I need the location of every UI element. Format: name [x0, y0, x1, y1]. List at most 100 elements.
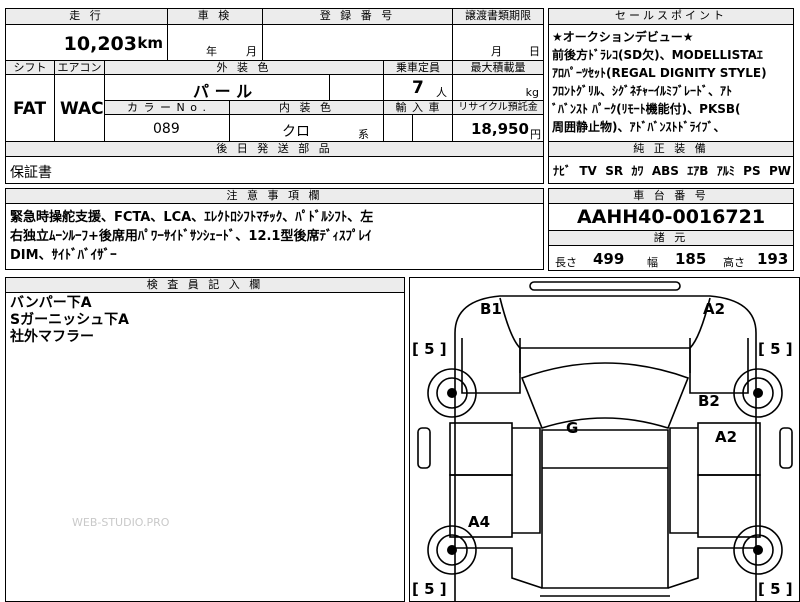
interior-suffix: 系 — [358, 128, 369, 141]
import-cell-a — [383, 114, 413, 142]
recycle-header: リサイクル預託金 — [452, 100, 544, 115]
damage-mark-b1: B1 — [480, 300, 502, 318]
left-front-fender — [461, 338, 521, 394]
notes-line: 右独立ﾑｰﾝﾙｰﾌ+後席用ﾊﾟﾜｰｻｲﾄﾞｻﾝｼｪｰﾄﾞ、12.1型後席ﾃﾞｨｽ… — [10, 229, 372, 244]
dims-cell: 長さ 499 幅 185 高さ 193 — [548, 245, 794, 271]
height-label: 高さ — [723, 256, 745, 269]
right-mirror-area — [779, 427, 793, 469]
color-no-value: 089 — [153, 121, 180, 137]
sales-line: ﾌﾛﾝﾄｸﾞﾘﾙ、ｼｸﾞﾈﾁｬｰｲﾙﾐﾌﾞﾚｰﾄﾞ、ｱﾄ — [552, 84, 733, 98]
import-cell-b — [412, 114, 453, 142]
hood-shape — [499, 297, 711, 349]
equipment-header: 純 正 装 備 — [548, 141, 794, 157]
interior-header: 内 装 色 — [229, 100, 384, 115]
capacity-header: 乗車定員 — [383, 60, 453, 75]
inspector-line: 社外マフラー — [10, 329, 94, 345]
tire-front-left: [ 5 ] — [412, 340, 447, 358]
exterior-cell: パ ー ル — [104, 74, 330, 101]
notes-cell: 緊急時操舵支援、FCTA、LCA、ｴﾚｸﾄﾛｼﾌﾄﾏﾁｯｸ、ﾊﾟﾄﾞﾙｼﾌﾄ、左… — [5, 203, 544, 270]
left-mirror-area — [417, 427, 431, 469]
sales-line: ﾞﾊﾞﾝｽﾄ ﾊﾟｰｸ(ﾘﾓｰﾄ機能付)、PKSB( — [552, 102, 741, 116]
transfer-month-unit: 月 — [491, 45, 502, 58]
mileage-cell: 10,203 km — [5, 24, 168, 61]
color-no-cell: 089 — [104, 114, 230, 142]
front-bumper-shape — [529, 281, 681, 291]
hood-sides — [519, 348, 691, 373]
shaken-year-unit: 年 — [206, 45, 217, 58]
width-value: 185 — [675, 250, 707, 268]
sales-line: 前後方ﾄﾞﾗﾚｺ(SD欠)、MODELLISTAｴ — [552, 48, 763, 62]
interior-value: クロ — [282, 124, 310, 140]
roof-shape — [541, 429, 669, 589]
exterior-value: パ ー ル — [193, 82, 253, 101]
transfer-deadline-header: 譲渡書類期限 — [452, 8, 544, 25]
tire-rear-left: [ 5 ] — [412, 580, 447, 598]
shift-cell: FAT — [5, 74, 55, 142]
shift-header: シフト — [5, 60, 55, 75]
windshield-shape — [520, 362, 690, 429]
aircon-header: エアコン — [54, 60, 105, 75]
transfer-day-unit: 日 — [529, 45, 540, 58]
right-front-fender — [689, 338, 749, 394]
equipment-item: ｱﾙﾐ — [716, 164, 735, 178]
max-load-header: 最大積載量 — [452, 60, 544, 75]
recycle-cell: 18,950 円 — [452, 114, 544, 142]
inspector-text: バンパー下A Sガーニッシュ下A 社外マフラー — [10, 295, 129, 346]
shift-value: FAT — [13, 99, 47, 119]
later-parts-header: 後 日 発 送 部 品 — [5, 141, 544, 157]
capacity-unit: 人 — [436, 86, 447, 99]
import-header: 輸 入 車 — [383, 100, 453, 115]
load-unit: kg — [525, 86, 539, 99]
notes-line: DIM、ｻｲﾄﾞﾊﾞｲｻﾞｰ — [10, 248, 117, 263]
right-side-glass — [669, 427, 698, 534]
chassis-header: 車 台 番 号 — [548, 188, 794, 204]
equipment-list: ﾅﾋﾞ TV SR ｶﾜ ABS ｴｱB ｱﾙﾐ PS PW — [553, 162, 791, 179]
transfer-deadline-cell: 月 日 — [452, 24, 544, 61]
damage-mark-a2-right: A2 — [715, 428, 738, 446]
dims-header: 諸 元 — [548, 230, 794, 246]
capacity-cell: 7 人 — [383, 74, 453, 101]
hub-rl — [447, 545, 457, 555]
body-outline — [454, 295, 757, 601]
length-value: 499 — [593, 250, 625, 268]
sales-point-text: ★オークションデビュー★ 前後方ﾄﾞﾗﾚｺ(SD欠)、MODELLISTAｴ ｱ… — [552, 28, 767, 136]
mileage-value: 10,203 — [63, 33, 137, 55]
damage-mark-a2-top: A2 — [703, 300, 726, 318]
left-side-glass — [512, 427, 541, 534]
inspector-line: バンパー下A — [10, 295, 92, 311]
shaken-header: 車 検 — [167, 8, 263, 25]
aircon-value: WAC — [60, 99, 104, 119]
tire-front-right: [ 5 ] — [758, 340, 793, 358]
sales-line: ｱﾛﾊﾟｰﾂｾｯﾄ(REGAL DIGNITY STYLE) — [552, 66, 767, 80]
exterior-header: 外 装 色 — [104, 60, 384, 75]
sales-point-box: ★オークションデビュー★ 前後方ﾄﾞﾗﾚｺ(SD欠)、MODELLISTAｴ ｱ… — [548, 24, 794, 142]
exterior-extra-cell — [329, 74, 384, 101]
shaken-cell: 年 月 — [167, 24, 263, 61]
notes-header: 注 意 事 項 欄 — [5, 188, 544, 204]
equipment-item: ｶﾜ — [631, 164, 644, 178]
capacity-value: 7 — [412, 78, 424, 98]
left-front-door — [449, 422, 513, 476]
hub-fr — [753, 388, 763, 398]
chassis-cell: AAHH40-0016721 — [548, 203, 794, 231]
equipment-item: TV — [579, 164, 597, 178]
equipment-item: ﾅﾋﾞ — [553, 164, 572, 178]
equipment-item: SR — [605, 164, 624, 178]
hub-fl — [447, 388, 457, 398]
recycle-unit: 円 — [530, 128, 541, 141]
interior-cell: クロ 系 — [229, 114, 384, 142]
hub-rr — [753, 545, 763, 555]
height-value: 193 — [757, 250, 789, 268]
car-diagram-svg — [417, 281, 793, 601]
registration-header: 登 録 番 号 — [262, 8, 453, 25]
damage-mark-g: G — [566, 419, 579, 437]
inspector-cell: バンパー下A Sガーニッシュ下A 社外マフラー WEB-STUDIO.PRO — [5, 292, 405, 602]
damage-mark-a4: A4 — [468, 513, 491, 531]
equipment-item: PW — [768, 164, 791, 178]
tire-rear-right: [ 5 ] — [758, 580, 793, 598]
damage-mark-b2: B2 — [698, 392, 720, 410]
car-diagram: B1 A2 B2 A2 G A4 [ 5 ] [ 5 ] [ 5 ] [ 5 ] — [409, 277, 800, 602]
sales-line: 周囲静止物)、ｱﾄﾞﾊﾞﾝｽﾄﾄﾞﾗｲﾌﾞ、 — [552, 120, 726, 134]
equipment-item: ｴｱB — [687, 164, 709, 178]
inspector-header: 検 査 員 記 入 欄 — [5, 277, 405, 293]
